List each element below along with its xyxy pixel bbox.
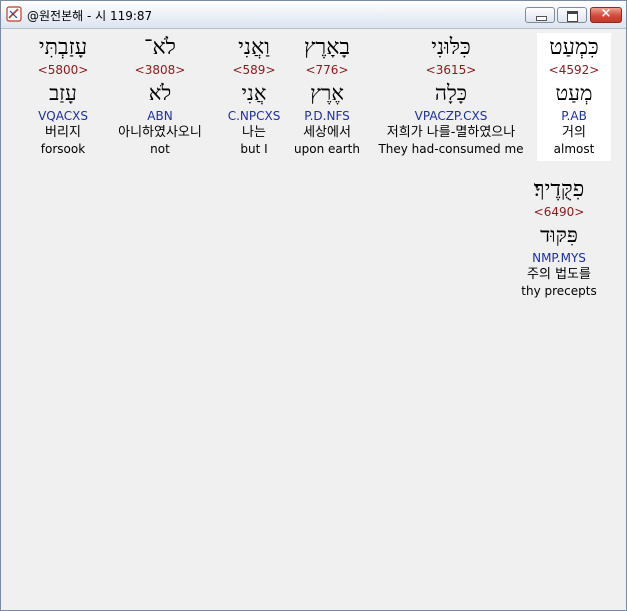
hebrew-word: פִקֻּדֶיךָ׃ xyxy=(533,177,585,202)
english-gloss: They had-consumed me xyxy=(378,142,524,156)
morphology-code[interactable]: P.AB xyxy=(537,108,611,124)
strong-number[interactable]: <3615> xyxy=(378,63,523,78)
strong-number[interactable]: <589> xyxy=(228,63,281,78)
english-gloss: but I xyxy=(240,142,268,156)
hebrew-lemma: לֹא xyxy=(148,81,172,105)
close-icon: × xyxy=(600,6,612,21)
english-gloss: not xyxy=(150,142,170,156)
hebrew-word: וַאֲנִי xyxy=(238,35,270,60)
morphology-code[interactable]: VQACXS xyxy=(38,108,89,124)
word-block[interactable]: בָאָרֶץ <776> אֶרֶץ P.D.NFS 세상에서 upon ea… xyxy=(294,33,360,157)
korean-gloss: 저희가 나를-멸하였으나 xyxy=(386,125,516,140)
app-window: @원전본해 - 시 119:87 × כִּמְעַט <4592> מְעַט… xyxy=(0,0,627,611)
interlinear-view[interactable]: כִּמְעַט <4592> מְעַט P.AB 거의 almost כִּ… xyxy=(2,29,625,609)
strong-number[interactable]: <6490> xyxy=(521,205,596,220)
maximize-button[interactable] xyxy=(557,7,587,23)
korean-gloss: 아니하였사오니 xyxy=(118,125,202,140)
word-block[interactable]: פִקֻּדֶיךָ׃ <6490> פִּקּוּד NMP.MYS 주의 법… xyxy=(521,175,596,299)
english-gloss: thy precepts xyxy=(521,284,597,298)
hebrew-lemma: פִּקּוּד xyxy=(540,223,578,247)
word-block[interactable]: עָזַבְתִּי <5800> עָזַב VQACXS 버리지 forso… xyxy=(38,33,89,157)
strong-number[interactable]: <4592> xyxy=(537,63,611,78)
word-block[interactable]: כִּמְעַט <4592> מְעַט P.AB 거의 almost xyxy=(537,33,611,161)
hebrew-lemma: עָזַב xyxy=(49,81,77,105)
hebrew-lemma: מְעַט xyxy=(555,81,593,105)
korean-gloss: 버리지 xyxy=(45,125,81,140)
minimize-button[interactable] xyxy=(525,7,555,23)
hebrew-word: כִּמְעַט xyxy=(549,35,599,60)
window-title: @원전본해 - 시 119:87 xyxy=(27,9,153,23)
hebrew-word: בָאָרֶץ xyxy=(303,35,351,60)
english-gloss: upon earth xyxy=(294,142,360,156)
bible-app-icon xyxy=(6,6,22,22)
english-gloss: forsook xyxy=(40,142,86,156)
hebrew-word: כִּלּוּנִי xyxy=(431,35,471,60)
morphology-code[interactable]: NMP.MYS xyxy=(521,250,596,266)
korean-gloss: 세상에서 xyxy=(303,125,351,140)
hebrew-word: עָזַבְתִּי xyxy=(38,35,88,60)
morphology-code[interactable]: ABN xyxy=(118,108,202,124)
hebrew-word: לֹא־ xyxy=(144,35,176,60)
english-gloss: almost xyxy=(553,142,595,156)
word-block[interactable]: וַאֲנִי <589> אֲנִי C.NPCXS 나는 but I xyxy=(228,33,281,157)
hebrew-lemma: אֲנִי xyxy=(241,81,267,105)
strong-number[interactable]: <3808> xyxy=(118,63,202,78)
korean-gloss: 나는 xyxy=(242,125,266,140)
title-bar[interactable]: @원전본해 - 시 119:87 × xyxy=(1,1,626,29)
hebrew-lemma: כָּלָה xyxy=(434,81,468,105)
close-button[interactable]: × xyxy=(590,6,622,23)
word-block[interactable]: לֹא־ <3808> לֹא ABN 아니하였사오니 not xyxy=(118,33,202,157)
hebrew-lemma: אֶרֶץ xyxy=(310,81,344,105)
strong-number[interactable]: <5800> xyxy=(38,63,89,78)
morphology-code[interactable]: VPACZP.CXS xyxy=(378,108,523,124)
korean-gloss: 주의 법도를 xyxy=(527,267,591,282)
morphology-code[interactable]: C.NPCXS xyxy=(228,108,281,124)
morphology-code[interactable]: P.D.NFS xyxy=(294,108,360,124)
korean-gloss: 거의 xyxy=(562,125,586,140)
strong-number[interactable]: <776> xyxy=(294,63,360,78)
word-block[interactable]: כִּלּוּנִי <3615> כָּלָה VPACZP.CXS 저희가 … xyxy=(378,33,523,157)
